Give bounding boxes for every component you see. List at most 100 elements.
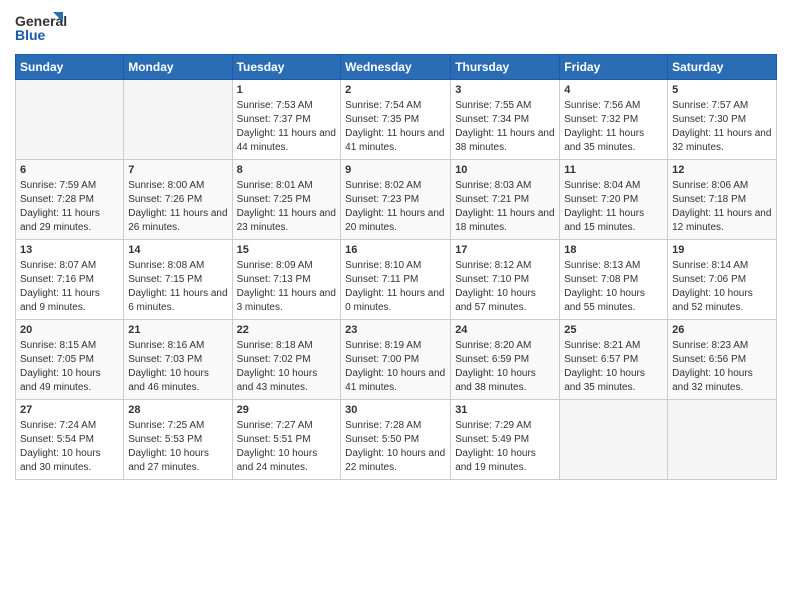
- calendar-cell: 19Sunrise: 8:14 AMSunset: 7:06 PMDayligh…: [668, 240, 777, 320]
- day-number: 27: [20, 403, 119, 418]
- day-info: Sunrise: 7:59 AM: [20, 179, 119, 193]
- day-info: Sunset: 5:53 PM: [128, 433, 227, 447]
- day-info: Daylight: 10 hours and 22 minutes.: [345, 447, 446, 475]
- day-info: Daylight: 10 hours and 27 minutes.: [128, 447, 227, 475]
- day-number: 2: [345, 83, 446, 98]
- calendar-cell: 23Sunrise: 8:19 AMSunset: 7:00 PMDayligh…: [341, 320, 451, 400]
- day-info: Sunset: 7:13 PM: [237, 273, 337, 287]
- calendar-cell: 17Sunrise: 8:12 AMSunset: 7:10 PMDayligh…: [451, 240, 560, 320]
- day-info: Daylight: 10 hours and 30 minutes.: [20, 447, 119, 475]
- day-info: Sunrise: 8:06 AM: [672, 179, 772, 193]
- day-info: Sunrise: 7:25 AM: [128, 419, 227, 433]
- calendar-cell: 12Sunrise: 8:06 AMSunset: 7:18 PMDayligh…: [668, 160, 777, 240]
- day-info: Daylight: 10 hours and 43 minutes.: [237, 367, 337, 395]
- day-number: 17: [455, 243, 555, 258]
- day-info: Sunset: 6:56 PM: [672, 353, 772, 367]
- day-number: 18: [564, 243, 663, 258]
- day-info: Sunrise: 7:29 AM: [455, 419, 555, 433]
- day-number: 23: [345, 323, 446, 338]
- day-info: Daylight: 10 hours and 38 minutes.: [455, 367, 555, 395]
- day-info: Sunset: 7:00 PM: [345, 353, 446, 367]
- day-info: Sunrise: 7:53 AM: [237, 99, 337, 113]
- day-info: Sunrise: 8:23 AM: [672, 339, 772, 353]
- day-info: Daylight: 11 hours and 32 minutes.: [672, 127, 772, 155]
- day-info: Sunrise: 8:07 AM: [20, 259, 119, 273]
- day-info: Sunrise: 8:08 AM: [128, 259, 227, 273]
- day-number: 15: [237, 243, 337, 258]
- calendar-week-row: 6Sunrise: 7:59 AMSunset: 7:28 PMDaylight…: [16, 160, 777, 240]
- calendar-cell: 16Sunrise: 8:10 AMSunset: 7:11 PMDayligh…: [341, 240, 451, 320]
- day-info: Sunrise: 8:01 AM: [237, 179, 337, 193]
- calendar-cell: 9Sunrise: 8:02 AMSunset: 7:23 PMDaylight…: [341, 160, 451, 240]
- day-number: 25: [564, 323, 663, 338]
- day-info: Sunset: 7:02 PM: [237, 353, 337, 367]
- day-info: Sunset: 7:10 PM: [455, 273, 555, 287]
- calendar-cell: 20Sunrise: 8:15 AMSunset: 7:05 PMDayligh…: [16, 320, 124, 400]
- day-info: Sunset: 7:21 PM: [455, 193, 555, 207]
- day-info: Sunrise: 8:02 AM: [345, 179, 446, 193]
- calendar-week-row: 13Sunrise: 8:07 AMSunset: 7:16 PMDayligh…: [16, 240, 777, 320]
- svg-text:Blue: Blue: [15, 27, 46, 43]
- calendar-cell: 11Sunrise: 8:04 AMSunset: 7:20 PMDayligh…: [560, 160, 668, 240]
- day-info: Sunset: 5:49 PM: [455, 433, 555, 447]
- calendar-body: 1Sunrise: 7:53 AMSunset: 7:37 PMDaylight…: [16, 80, 777, 480]
- day-info: Sunrise: 8:14 AM: [672, 259, 772, 273]
- day-info: Daylight: 10 hours and 24 minutes.: [237, 447, 337, 475]
- day-info: Sunrise: 8:12 AM: [455, 259, 555, 273]
- day-info: Sunrise: 7:56 AM: [564, 99, 663, 113]
- day-info: Sunset: 7:30 PM: [672, 113, 772, 127]
- calendar-cell: 2Sunrise: 7:54 AMSunset: 7:35 PMDaylight…: [341, 80, 451, 160]
- calendar-week-row: 1Sunrise: 7:53 AMSunset: 7:37 PMDaylight…: [16, 80, 777, 160]
- day-info: Daylight: 11 hours and 9 minutes.: [20, 287, 119, 315]
- calendar-cell: 4Sunrise: 7:56 AMSunset: 7:32 PMDaylight…: [560, 80, 668, 160]
- logo: GeneralBlue: [15, 10, 75, 46]
- day-info: Sunrise: 8:18 AM: [237, 339, 337, 353]
- calendar-cell: 26Sunrise: 8:23 AMSunset: 6:56 PMDayligh…: [668, 320, 777, 400]
- day-number: 10: [455, 163, 555, 178]
- day-info: Daylight: 11 hours and 38 minutes.: [455, 127, 555, 155]
- day-info: Sunset: 6:59 PM: [455, 353, 555, 367]
- day-info: Sunset: 7:18 PM: [672, 193, 772, 207]
- weekday-header: Sunday: [16, 55, 124, 80]
- day-number: 1: [237, 83, 337, 98]
- calendar-cell: 24Sunrise: 8:20 AMSunset: 6:59 PMDayligh…: [451, 320, 560, 400]
- calendar-cell: 10Sunrise: 8:03 AMSunset: 7:21 PMDayligh…: [451, 160, 560, 240]
- day-info: Sunset: 7:20 PM: [564, 193, 663, 207]
- calendar-cell: 13Sunrise: 8:07 AMSunset: 7:16 PMDayligh…: [16, 240, 124, 320]
- day-info: Daylight: 11 hours and 20 minutes.: [345, 207, 446, 235]
- day-info: Sunset: 7:26 PM: [128, 193, 227, 207]
- weekday-row: SundayMondayTuesdayWednesdayThursdayFrid…: [16, 55, 777, 80]
- calendar-cell: 1Sunrise: 7:53 AMSunset: 7:37 PMDaylight…: [232, 80, 341, 160]
- day-number: 16: [345, 243, 446, 258]
- day-info: Daylight: 11 hours and 41 minutes.: [345, 127, 446, 155]
- day-info: Sunset: 7:35 PM: [345, 113, 446, 127]
- day-info: Sunrise: 7:27 AM: [237, 419, 337, 433]
- day-info: Daylight: 10 hours and 49 minutes.: [20, 367, 119, 395]
- day-info: Sunrise: 8:10 AM: [345, 259, 446, 273]
- day-info: Daylight: 11 hours and 35 minutes.: [564, 127, 663, 155]
- calendar-table: SundayMondayTuesdayWednesdayThursdayFrid…: [15, 54, 777, 480]
- calendar-cell: 21Sunrise: 8:16 AMSunset: 7:03 PMDayligh…: [124, 320, 232, 400]
- day-number: 28: [128, 403, 227, 418]
- day-info: Sunset: 7:15 PM: [128, 273, 227, 287]
- day-info: Daylight: 11 hours and 12 minutes.: [672, 207, 772, 235]
- day-info: Sunrise: 8:19 AM: [345, 339, 446, 353]
- day-info: Sunset: 7:06 PM: [672, 273, 772, 287]
- calendar-cell: 5Sunrise: 7:57 AMSunset: 7:30 PMDaylight…: [668, 80, 777, 160]
- day-info: Daylight: 11 hours and 15 minutes.: [564, 207, 663, 235]
- day-info: Sunset: 6:57 PM: [564, 353, 663, 367]
- day-info: Sunset: 7:05 PM: [20, 353, 119, 367]
- logo-svg: GeneralBlue: [15, 10, 75, 46]
- day-number: 8: [237, 163, 337, 178]
- day-info: Sunrise: 7:28 AM: [345, 419, 446, 433]
- day-number: 19: [672, 243, 772, 258]
- day-info: Sunrise: 7:54 AM: [345, 99, 446, 113]
- calendar-cell: 8Sunrise: 8:01 AMSunset: 7:25 PMDaylight…: [232, 160, 341, 240]
- day-info: Daylight: 11 hours and 26 minutes.: [128, 207, 227, 235]
- calendar-cell: 6Sunrise: 7:59 AMSunset: 7:28 PMDaylight…: [16, 160, 124, 240]
- day-info: Sunset: 7:03 PM: [128, 353, 227, 367]
- day-info: Sunrise: 8:20 AM: [455, 339, 555, 353]
- day-info: Daylight: 11 hours and 3 minutes.: [237, 287, 337, 315]
- calendar-cell: 7Sunrise: 8:00 AMSunset: 7:26 PMDaylight…: [124, 160, 232, 240]
- day-info: Daylight: 10 hours and 32 minutes.: [672, 367, 772, 395]
